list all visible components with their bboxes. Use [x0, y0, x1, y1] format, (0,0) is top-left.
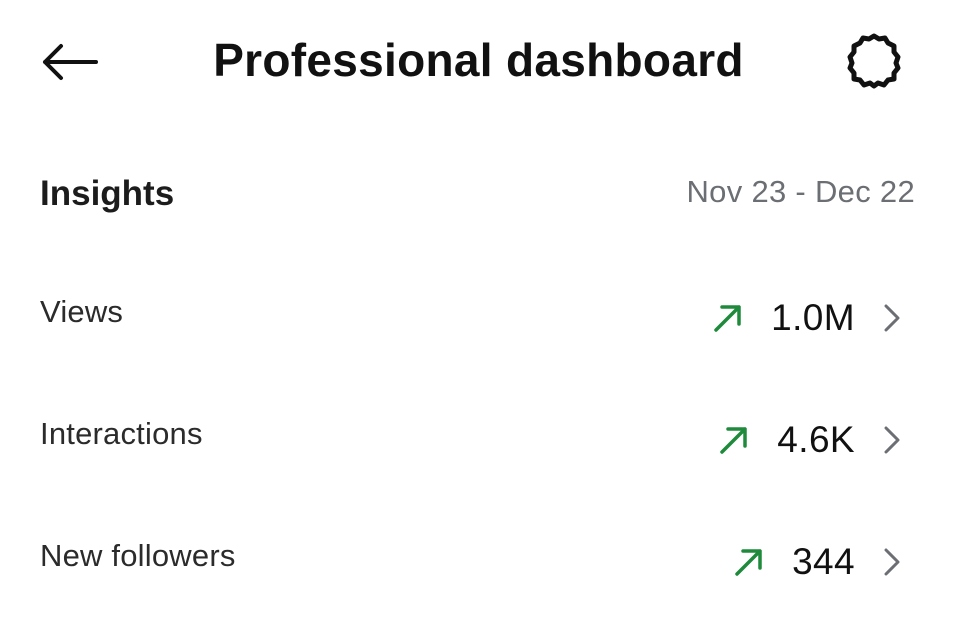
insight-row-views[interactable]: Views 1.0M: [40, 270, 905, 392]
insight-label: Views: [40, 294, 124, 329]
insight-value: 1.0M: [771, 297, 855, 338]
page-title: Professional dashboard: [213, 34, 744, 86]
app-header: Professional dashboard: [0, 0, 955, 120]
chevron-right-icon: [879, 545, 905, 579]
trend-up-icon: [732, 545, 766, 579]
insight-value-group: 4.6K: [717, 412, 905, 468]
trend-up-icon: [711, 301, 745, 335]
chevron-right-icon: [879, 301, 905, 335]
insight-value: 344: [792, 541, 855, 582]
insight-row-interactions[interactable]: Interactions 4.6K: [40, 392, 905, 514]
gear-icon: [847, 33, 901, 89]
insight-label: New followers: [40, 538, 236, 573]
insight-row-new-followers[interactable]: New followers 344: [40, 514, 905, 636]
date-range[interactable]: Nov 23 - Dec 22: [687, 174, 916, 210]
section-title: Insights: [40, 174, 175, 213]
insight-value-group: 1.0M: [711, 290, 905, 346]
settings-button[interactable]: [840, 28, 908, 92]
insight-value-group: 344: [732, 534, 905, 590]
insight-value: 4.6K: [777, 419, 855, 460]
insights-header: Insights Nov 23 - Dec 22: [40, 170, 915, 220]
insight-label: Interactions: [40, 416, 203, 451]
trend-up-icon: [717, 423, 751, 457]
insights-list: Views 1.0M Interactions 4.6K New followe…: [40, 270, 905, 636]
chevron-right-icon: [879, 423, 905, 457]
